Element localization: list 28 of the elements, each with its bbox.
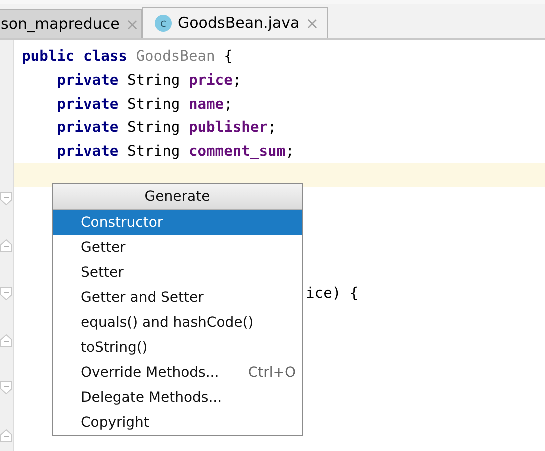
tab-label: GoodsBean.java (178, 14, 300, 32)
editor-tab[interactable]: c GoodsBean.java × (142, 7, 328, 38)
menu-item[interactable]: Getter and Setter (53, 285, 302, 310)
menu-item[interactable]: toString() (53, 335, 302, 360)
code-line: private String comment_sum; (56, 143, 294, 160)
code-line: ice) { (306, 285, 359, 302)
tab-label: son_mapreduce (1, 15, 120, 33)
menu-item[interactable]: Delegate Methods... (53, 385, 302, 410)
fold-icon[interactable] (0, 334, 13, 348)
menu-item[interactable]: Constructor (53, 210, 302, 235)
code-line: private String price; (56, 72, 242, 90)
code-line: public class GoodsBean { (21, 48, 233, 66)
menu-item[interactable]: equals() and hashCode() (53, 310, 302, 335)
fold-icon[interactable] (0, 428, 13, 443)
menu-item[interactable]: Setter (53, 260, 302, 285)
fold-icon[interactable] (0, 239, 13, 254)
popup-title: Generate (53, 184, 302, 210)
fold-icon[interactable] (0, 286, 13, 301)
menu-item[interactable]: Override Methods... Ctrl+O (53, 360, 302, 385)
menu-item[interactable]: Getter (53, 235, 302, 260)
editor-tab[interactable]: son_mapreduce × (0, 9, 142, 38)
fold-icon[interactable] (0, 192, 13, 206)
menu-item[interactable]: Copyright (53, 410, 302, 435)
class-icon: c (155, 14, 172, 32)
fold-icon[interactable] (0, 381, 13, 396)
code-line: private String name; (56, 96, 233, 113)
shortcut-label: Ctrl+O (248, 364, 296, 380)
code-line: private String publisher; (56, 119, 277, 136)
